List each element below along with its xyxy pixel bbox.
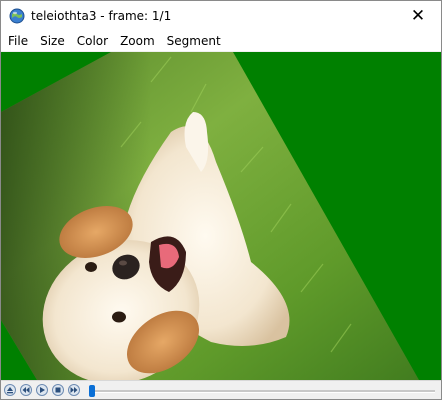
play-icon [40,387,45,393]
fast-forward-button[interactable] [68,384,80,396]
frame-slider-thumb[interactable] [89,385,95,397]
close-icon: ✕ [410,6,426,26]
frame-slider-track[interactable] [89,390,435,393]
menu-size[interactable]: Size [34,31,71,51]
rotated-photo [1,52,419,380]
menu-segment[interactable]: Segment [161,31,227,51]
stop-icon [55,387,61,393]
eject-button[interactable] [4,384,16,396]
menu-file[interactable]: File [1,31,34,51]
rewind-icon [22,387,30,393]
app-globe-icon [9,8,25,24]
app-window: teleiothta3 - frame: 1/1 ✕ File Size Col… [0,0,442,400]
close-button[interactable]: ✕ [395,1,441,31]
image-viewport[interactable] [1,52,441,380]
eject-icon [7,387,13,394]
playback-controls [1,380,441,399]
menu-zoom[interactable]: Zoom [114,31,161,51]
rewind-button[interactable] [20,384,32,396]
menu-color[interactable]: Color [71,31,114,51]
title-bar[interactable]: teleiothta3 - frame: 1/1 ✕ [1,1,441,31]
menu-bar: File Size Color Zoom Segment [1,31,441,51]
stop-button[interactable] [52,384,64,396]
play-button[interactable] [36,384,48,396]
fast-forward-icon [70,387,78,393]
window-title: teleiothta3 - frame: 1/1 [31,9,172,23]
